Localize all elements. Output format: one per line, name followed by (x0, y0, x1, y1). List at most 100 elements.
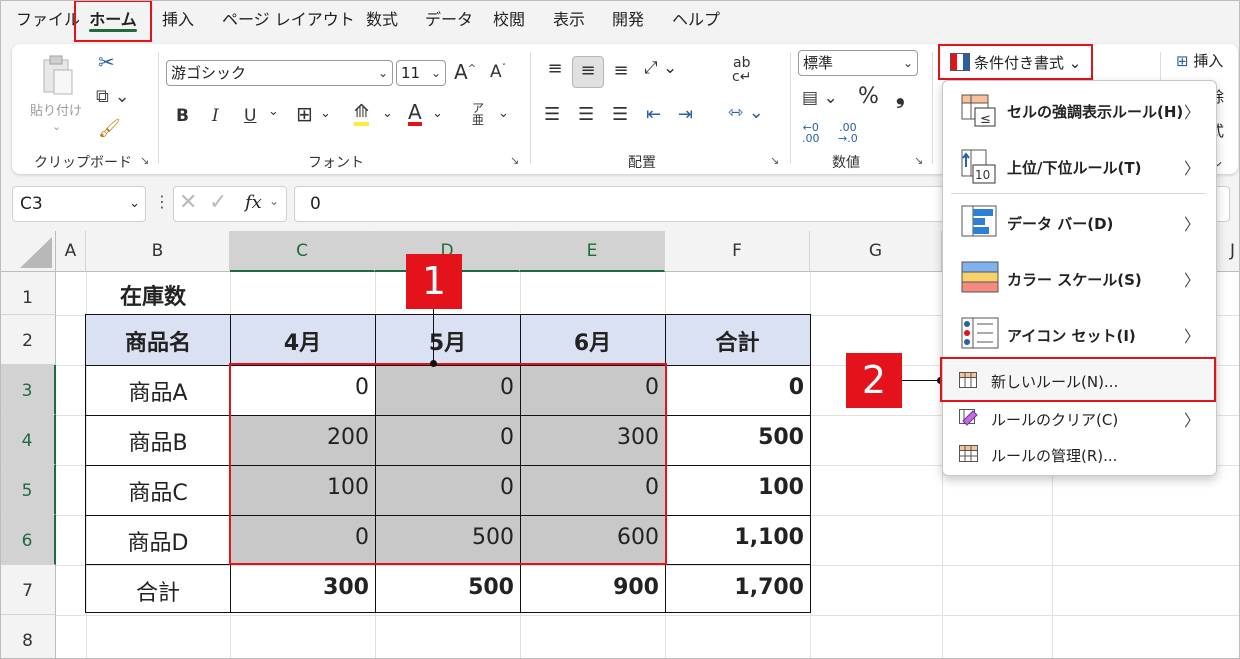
fill-chevron-icon[interactable]: ⌄ (382, 106, 393, 121)
cell-row-total[interactable]: 1,100 (665, 525, 810, 550)
menu-page-layout[interactable]: ページ レイアウト (222, 0, 355, 40)
borders-chevron-icon[interactable]: ⌄ (320, 106, 331, 121)
font-size-select[interactable]: 11 ⌄ (396, 60, 446, 86)
select-all-button[interactable] (0, 231, 56, 272)
menu-data[interactable]: データ (425, 0, 473, 40)
align-bottom-icon[interactable]: ≡ (610, 60, 632, 81)
menu-formulas[interactable]: 数式 (366, 0, 398, 40)
cell-product-name[interactable]: 商品C (86, 475, 230, 507)
menu-item-top-bottom-rules[interactable]: 10 上位/下位ルール(T) 〉 (943, 139, 1214, 195)
align-top-icon[interactable]: ≡ (544, 58, 566, 79)
row-header-6[interactable]: 6 (0, 515, 56, 565)
borders-icon[interactable]: ⊞ (296, 102, 313, 126)
shrink-font-button[interactable]: Aˇ (490, 62, 506, 82)
column-header-f[interactable]: F (665, 231, 810, 272)
bold-button[interactable]: B (176, 106, 189, 126)
underline-chevron-icon[interactable]: ⌄ (268, 104, 279, 119)
row-header-5[interactable]: 5 (0, 465, 56, 515)
cell-column-total[interactable]: 500 (375, 575, 520, 600)
font-launcher-icon[interactable]: ↘ (510, 154, 519, 167)
menu-item-data-bars[interactable]: データ バー(D) 〉 (943, 195, 1214, 251)
row-header-2[interactable]: 2 (0, 315, 56, 365)
align-right-icon[interactable]: ☰ (612, 104, 628, 125)
menu-review[interactable]: 校閲 (493, 0, 525, 40)
insert-cells-button[interactable]: ⊞ 挿入 (1176, 50, 1223, 71)
wrap-text-icon[interactable]: ab c↵ (732, 56, 751, 84)
grow-font-button[interactable]: A^ (454, 60, 476, 84)
align-left-icon[interactable]: ☰ (544, 104, 560, 125)
align-center-icon[interactable]: ☰ (578, 104, 594, 125)
alignment-launcher-icon[interactable]: ↘ (770, 154, 779, 167)
cell-column-total[interactable]: 300 (230, 575, 375, 600)
insert-function-button[interactable]: fx (245, 192, 262, 213)
cell-product-name[interactable]: 商品D (86, 525, 230, 557)
increase-decimal-icon[interactable]: ←0.00 (802, 122, 820, 144)
font-name-select[interactable]: 游ゴシック ⌄ (166, 60, 393, 86)
number-launcher-icon[interactable]: ↘ (914, 154, 923, 167)
align-middle-icon[interactable]: ≡ (572, 56, 604, 88)
cut-icon[interactable]: ✂ (98, 50, 115, 74)
font-color-button[interactable]: A (408, 102, 422, 126)
menu-item-clear-rules[interactable]: ルールのクリア(C) 〉 (943, 401, 1214, 437)
menu-item-icon-sets[interactable]: アイコン セット(I) 〉 (943, 307, 1214, 361)
menu-insert[interactable]: 挿入 (162, 0, 194, 40)
header-apr[interactable]: 4月 (230, 325, 375, 357)
menu-item-highlight-cell-rules[interactable]: ≤ セルの強調表示ルール(H) 〉 (943, 83, 1214, 139)
copy-icon[interactable]: ⧉ ⌄ (96, 86, 130, 107)
comma-style-button[interactable]: ❟ (896, 84, 905, 109)
font-color-chevron-icon[interactable]: ⌄ (432, 106, 443, 121)
phonetic-guide-icon[interactable]: ア亜 (472, 102, 484, 126)
column-header-b[interactable]: B (86, 231, 230, 272)
menu-item-manage-rules[interactable]: ルールの管理(R)... (943, 437, 1214, 473)
format-painter-icon[interactable]: 🖌 (98, 118, 121, 139)
cell-footer-label[interactable]: 合計 (86, 575, 230, 607)
paste-chevron-icon[interactable]: ⌄ (52, 120, 61, 133)
percent-button[interactable]: % (858, 84, 879, 109)
row-header-4[interactable]: 4 (0, 415, 56, 465)
orientation-icon[interactable]: ⤢ ⌄ (644, 58, 677, 78)
row-header-3[interactable]: 3 (0, 365, 56, 415)
cell-row-total[interactable]: 100 (665, 475, 810, 500)
column-header-a[interactable]: A (56, 231, 86, 272)
menu-view[interactable]: 表示 (553, 0, 585, 40)
phonetic-chevron-icon[interactable]: ⌄ (498, 106, 509, 121)
header-total[interactable]: 合計 (665, 325, 810, 357)
number-format-select[interactable]: 標準 ⌄ (798, 50, 918, 76)
cell-product-name[interactable]: 商品A (86, 375, 230, 407)
row-header-8[interactable]: 8 (0, 615, 56, 659)
table-title[interactable]: 在庫数 (120, 279, 186, 311)
row-header-7[interactable]: 7 (0, 565, 56, 615)
cell-row-total[interactable]: 0 (665, 375, 810, 400)
menu-item-color-scales[interactable]: カラー スケール(S) 〉 (943, 251, 1214, 307)
accounting-format-icon[interactable]: ▤ ⌄ (802, 88, 838, 108)
decrease-decimal-icon[interactable]: .00 →.0 (838, 122, 858, 144)
formula-options-icon[interactable]: ⋮ (154, 192, 170, 211)
underline-button[interactable]: U (244, 106, 256, 126)
cell-row-total[interactable]: 500 (665, 425, 810, 450)
menu-bar: ファイル ホーム 挿入 ページ レイアウト 数式 データ 校閲 表示 開発 ヘル… (0, 0, 1240, 40)
name-box[interactable]: C3 ⌄ (12, 186, 146, 222)
merge-center-icon[interactable]: ⇿ ⌄ (728, 102, 764, 123)
clipboard-launcher-icon[interactable]: ↘ (140, 154, 149, 167)
cancel-icon[interactable]: ✕ (179, 190, 197, 215)
fx-chevron-icon[interactable]: ⌄ (269, 194, 279, 208)
increase-indent-icon[interactable]: ⇥ (678, 104, 693, 125)
cell-grand-total[interactable]: 1,700 (665, 575, 810, 600)
header-product[interactable]: 商品名 (86, 325, 230, 357)
fill-color-icon[interactable]: ⟰ (354, 102, 370, 126)
italic-button[interactable]: I (212, 106, 219, 126)
decrease-indent-icon[interactable]: ⇤ (646, 104, 661, 125)
cell-column-total[interactable]: 900 (520, 575, 665, 600)
enter-icon[interactable]: ✓ (209, 190, 227, 215)
column-header-c[interactable]: C (230, 231, 375, 272)
menu-help[interactable]: ヘルプ (672, 0, 720, 40)
menu-file[interactable]: ファイル (16, 0, 80, 40)
row-header-1[interactable]: 1 (0, 272, 56, 315)
header-jun[interactable]: 6月 (520, 325, 665, 357)
menu-developer[interactable]: 開発 (612, 0, 644, 40)
column-header-e[interactable]: E (520, 231, 665, 272)
paste-button[interactable]: 貼り付け (30, 100, 82, 119)
column-header-g[interactable]: G (810, 231, 942, 272)
header-may[interactable]: 5月 (375, 325, 520, 357)
cell-product-name[interactable]: 商品B (86, 425, 230, 457)
